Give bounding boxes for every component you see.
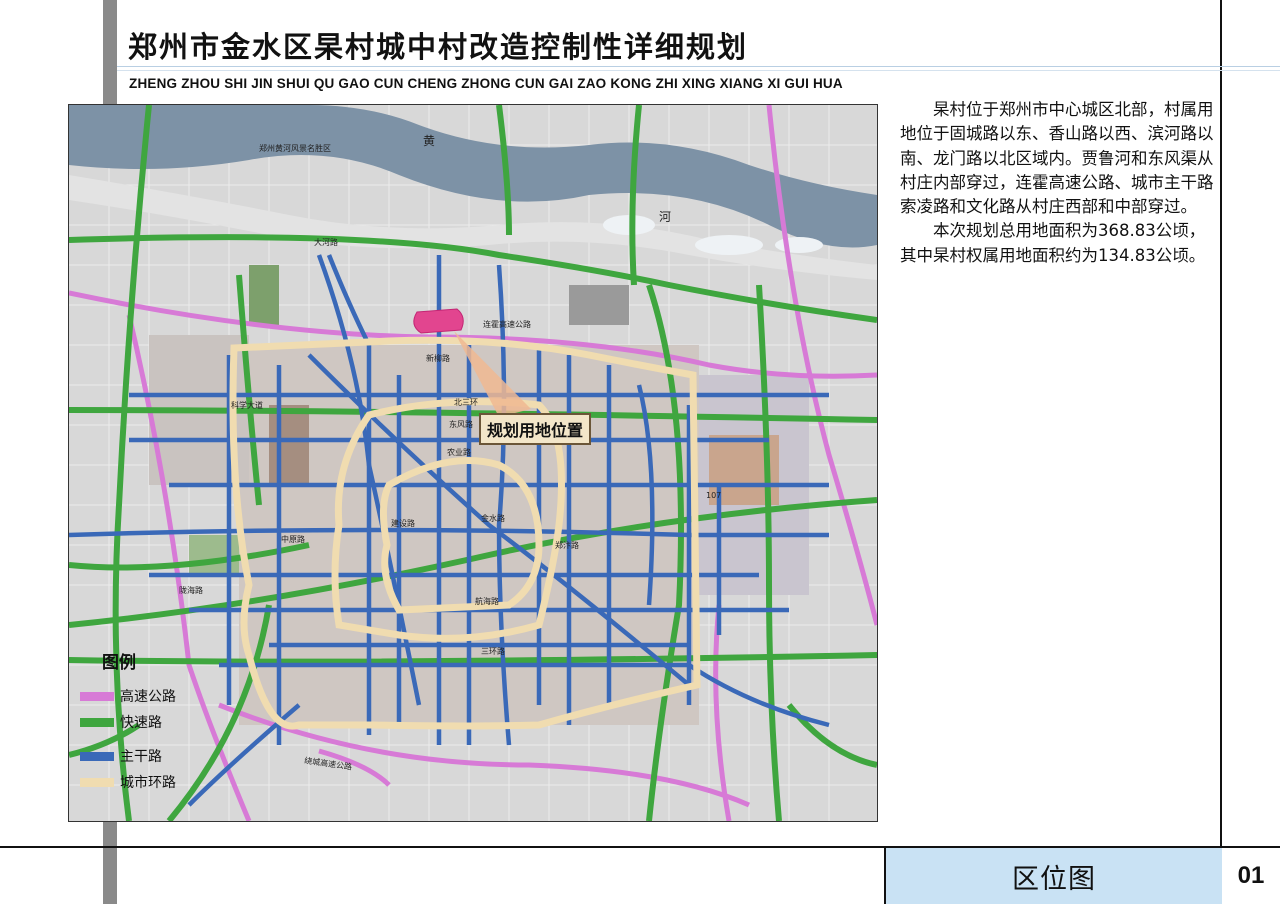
label-dongfeng-road: 东风路: [449, 419, 473, 429]
legend-item-expressway: 高速公路: [80, 683, 210, 709]
planning-site-marker: [413, 308, 464, 334]
label-jianshe-road: 建设路: [391, 518, 415, 528]
title-underline: [117, 66, 1280, 67]
label-zhongyuan-road: 中原路: [281, 534, 305, 544]
label-kexue-avenue: 科学大道: [231, 400, 263, 410]
legend-item-ring-road: 城市环路: [80, 769, 210, 795]
label-lianhuo-expressway: 连霍高速公路: [483, 319, 531, 329]
label-xinliu-road: 新柳路: [426, 353, 450, 363]
legend-item-express-road: 快速路: [80, 709, 210, 735]
legend-label-expressway: 高速公路: [120, 689, 176, 705]
label-nongye-road: 农业路: [447, 447, 471, 457]
label-sanhuan-road: 三环路: [481, 646, 505, 656]
label-longhai-road: 陇海路: [179, 585, 203, 595]
drawing-name-box: 区位图: [884, 848, 1222, 904]
map-legend: 图例 高速公路 快速路 主干路 城市环路: [80, 648, 210, 795]
label-yellow-river-scenic-area: 郑州黄河风景名胜区: [259, 143, 331, 153]
location-description: 杲村位于郑州市中心城区北部，村属用地位于固城路以东、香山路以西、滨河路以南、龙门…: [900, 98, 1216, 268]
label-jinshui-road: 金水路: [481, 513, 505, 523]
label-river-huang: 黄: [423, 134, 435, 148]
legend-label-express-road: 快速路: [120, 715, 162, 731]
legend-item-arterial-road: 主干路: [80, 743, 210, 769]
page-subtitle-pinyin: ZHENG ZHOU SHI JIN SHUI QU GAO CUN CHENG…: [129, 76, 843, 91]
legend-swatch-arterial-road: [80, 751, 114, 761]
legend-swatch-ring-road: [80, 777, 114, 787]
label-dahe-road: 大河路: [314, 237, 338, 247]
legend-swatch-expressway: [80, 691, 114, 701]
legend-label-arterial-road: 主干路: [120, 749, 162, 765]
legend-swatch-express-road: [80, 717, 114, 727]
legend-label-ring-road: 城市环路: [120, 775, 176, 791]
planning-site-label: 规划用地位置: [479, 413, 592, 445]
label-hanghai-road: 航海路: [475, 596, 499, 606]
description-paragraph: 杲村位于郑州市中心城区北部，村属用地位于固城路以东、香山路以西、滨河路以南、龙门…: [900, 100, 1214, 217]
drawing-name: 区位图: [1012, 863, 1096, 895]
right-border-line: [1220, 0, 1222, 904]
title-underline-secondary: [117, 70, 1280, 71]
label-highway-107: 107: [706, 491, 721, 500]
legend-title: 图例: [102, 653, 136, 673]
label-zhengbian-road: 郑汴路: [555, 540, 579, 550]
description-paragraph: 本次规划总用地面积为368.83公顷，其中杲村权属用地面积约为134.83公顷。: [900, 221, 1206, 265]
label-beisanhuan: 北三环: [454, 398, 478, 407]
page-title: 郑州市金水区杲村城中村改造控制性详细规划: [128, 30, 749, 64]
page-number: 01: [1237, 862, 1265, 889]
label-river-he: 河: [659, 210, 671, 224]
